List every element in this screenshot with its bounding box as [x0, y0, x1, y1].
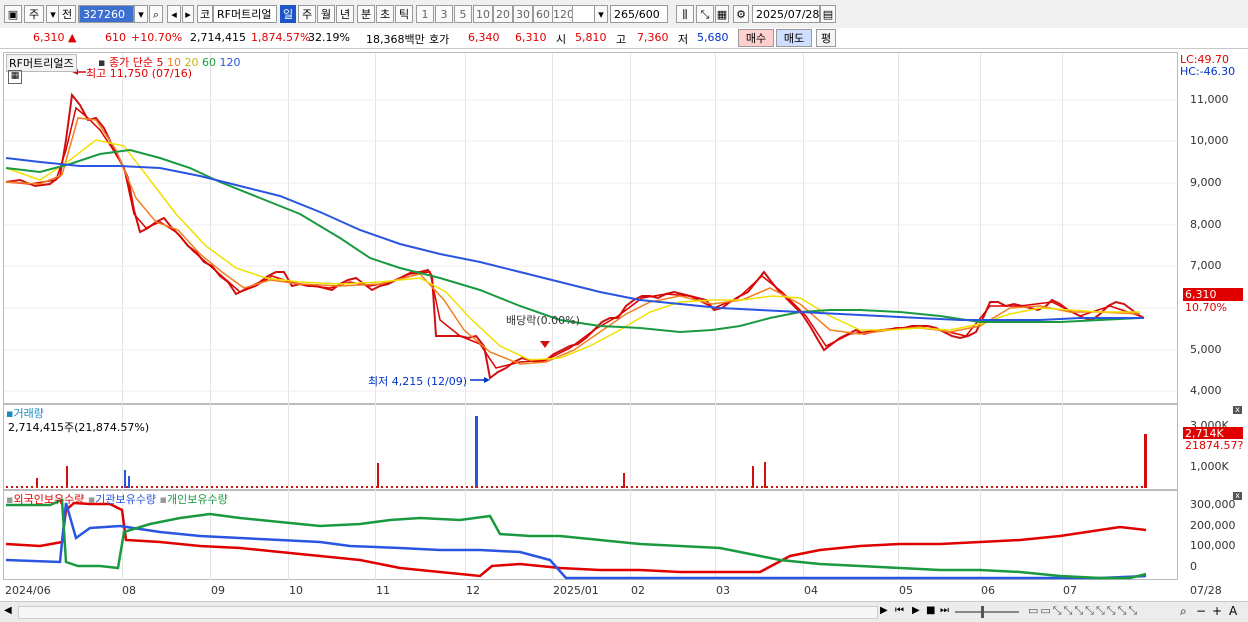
volume-bars — [6, 416, 1147, 488]
x-tick: 03 — [716, 584, 730, 597]
x-tick: 2025/01 — [553, 584, 599, 597]
x-tick: 08 — [122, 584, 136, 597]
volume-tick: 1,000K — [1190, 460, 1229, 473]
foreign-holding-line — [5, 501, 1147, 578]
x-tick: 11 — [376, 584, 390, 597]
zoom-slider[interactable] — [955, 611, 1019, 613]
holdings-legend: ▪외국인보유수량 ▪기관보유수량 ▪개인보유수량 — [6, 493, 228, 506]
x-tick: 07 — [1063, 584, 1077, 597]
holdings-tick: 200,000 — [1190, 519, 1236, 532]
zoom-search-icon[interactable]: ⌕ — [1180, 604, 1187, 619]
price-tick: 5,000 — [1190, 343, 1222, 356]
ma120-line — [5, 157, 1144, 321]
price-tick: 7,000 — [1190, 259, 1222, 272]
rewind-icon[interactable]: ⏮ — [895, 605, 904, 616]
x-tick: 09 — [211, 584, 225, 597]
x-tick: 05 — [899, 584, 913, 597]
stop-icon[interactable]: ■ — [926, 605, 935, 616]
price-candles — [5, 92, 1145, 380]
individual-holding-line — [6, 498, 1147, 580]
calculator-icon[interactable]: ▦ — [8, 70, 22, 84]
x-tick-last: 07/28 — [1190, 584, 1222, 597]
ma60-line — [5, 148, 1141, 334]
price-tag: 6,310 — [1183, 288, 1243, 301]
x-tick: 10 — [289, 584, 303, 597]
holdings-tick: 300,000 — [1190, 498, 1236, 511]
holdings-tick: 100,000 — [1190, 539, 1236, 552]
text-tool-icon[interactable]: A — [1229, 604, 1237, 618]
individual-holding-label: 개인보유수량 — [166, 493, 228, 506]
x-tick: 02 — [631, 584, 645, 597]
institution-holding-line — [5, 502, 1147, 580]
low-annotation: 최저 4,215 (12/09) — [368, 375, 468, 388]
ma5-line — [5, 106, 1141, 369]
price-tick: 10,000 — [1190, 134, 1229, 147]
tool-icons[interactable]: ▭▭⤡⤡⤡⤡⤡⤡⤡⤡ — [1028, 604, 1139, 618]
x-tick: 2024/06 — [5, 584, 51, 597]
holdings-tick: 0 — [1190, 560, 1197, 573]
zoom-in-icon[interactable]: + — [1212, 604, 1222, 618]
chart-svg — [4, 69, 1177, 580]
close-icon[interactable]: x — [1233, 406, 1242, 414]
institution-holding-label: 기관보유수량 — [95, 493, 157, 506]
forward-icon[interactable]: ⏭ — [940, 605, 949, 616]
x-tick: 04 — [804, 584, 818, 597]
pct-tag: 10.70% — [1183, 301, 1243, 314]
volume-readout: 2,714,415주(21,874.57%) — [8, 421, 150, 434]
price-tick: 8,000 — [1190, 218, 1222, 231]
dividend-arrow-icon — [540, 341, 550, 348]
price-tick: 11,000 — [1190, 93, 1229, 106]
bottom-toolbar: ◀ ▶ ⏮ ▶ ■ ⏭ ▭▭⤡⤡⤡⤡⤡⤡⤡⤡ ⌕ − + A — [0, 601, 1248, 622]
hc-value: HC:-46.30 — [1180, 65, 1236, 78]
price-tick: 4,000 — [1190, 384, 1222, 397]
volume-pct-tag: 21874.57? — [1183, 439, 1244, 452]
dividend-annotation: 배당락(0.00%) — [506, 314, 580, 327]
scroll-right-icon[interactable]: ▶ — [880, 605, 888, 616]
zoom-out-icon[interactable]: − — [1196, 604, 1206, 618]
x-tick: 06 — [981, 584, 995, 597]
price-tick: 9,000 — [1190, 176, 1222, 189]
play-icon[interactable]: ▶ — [912, 605, 920, 616]
ma60-label: 60 — [201, 56, 216, 69]
high-annotation: 최고 11,750 (07/16) — [86, 67, 193, 80]
x-tick: 12 — [466, 584, 480, 597]
zoom-slider-handle[interactable] — [981, 606, 984, 618]
foreign-holding-label: 외국인보유수량 — [13, 493, 85, 506]
price-gridlines — [4, 99, 1177, 392]
ma120-label: 120 — [219, 56, 241, 69]
horizontal-scrollbar[interactable] — [18, 606, 878, 619]
scroll-left-icon[interactable]: ◀ — [4, 605, 12, 616]
